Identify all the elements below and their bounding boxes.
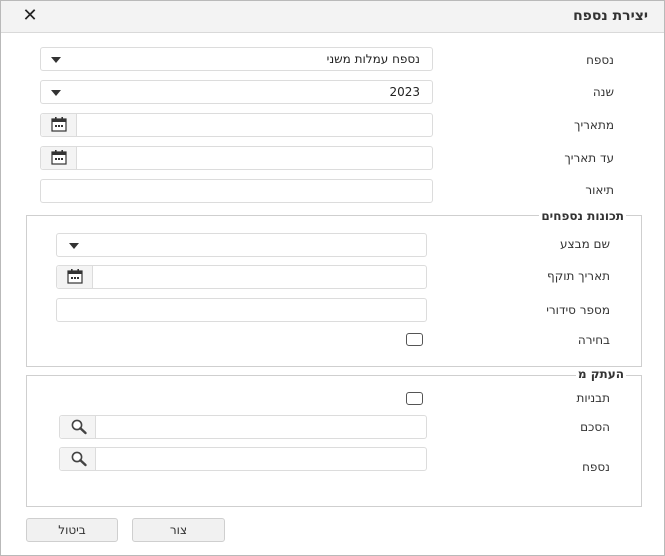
promo-name-label: שם מבצע <box>560 237 610 251</box>
promo-name-select[interactable] <box>56 233 427 257</box>
appendix-select[interactable]: נספח עמלות משני <box>40 47 433 71</box>
date-picker-button[interactable] <box>41 147 77 169</box>
chevron-down-icon <box>51 57 61 63</box>
date-picker-button[interactable] <box>57 266 93 288</box>
cancel-button[interactable]: ביטול <box>26 518 118 542</box>
dialog-title: יצירת נספח <box>573 8 648 24</box>
calendar-icon <box>67 269 83 284</box>
date-picker-button[interactable] <box>41 114 77 136</box>
magnifier-icon <box>71 419 87 435</box>
calendar-icon <box>51 150 67 165</box>
serial-number-label: מספר סידורי <box>546 303 610 317</box>
appendix-select-value: נספח עמלות משני <box>326 52 420 66</box>
copy-appendix-label: נספח <box>582 460 610 474</box>
agreement-label: הסכם <box>580 420 610 434</box>
properties-legend: תכונות נספחים <box>539 209 626 223</box>
valid-date-field[interactable] <box>56 265 427 289</box>
serial-number-input[interactable] <box>56 298 427 322</box>
appendix-label: נספח <box>586 53 614 67</box>
valid-date-label: תאריך תוקף <box>547 269 610 283</box>
description-input[interactable] <box>40 179 433 203</box>
calendar-icon <box>51 117 67 132</box>
dialog-titlebar: יצירת נספח ✕ <box>1 1 664 33</box>
create-appendix-dialog: יצירת נספח ✕ נספח נספח עמלות משני שנה 20… <box>0 0 665 556</box>
magnifier-icon <box>71 451 87 467</box>
description-label: תיאור <box>585 183 614 197</box>
search-button[interactable] <box>60 448 96 470</box>
create-button[interactable]: צור <box>132 518 225 542</box>
copy-from-legend: העתק מ <box>575 367 626 381</box>
templates-label: תבניות <box>576 391 610 405</box>
close-icon[interactable]: ✕ <box>21 7 39 25</box>
selection-checkbox[interactable] <box>406 333 423 346</box>
agreement-lookup[interactable] <box>59 415 427 439</box>
year-select[interactable]: 2023 <box>40 80 433 104</box>
templates-checkbox[interactable] <box>406 392 423 405</box>
from-date-label: מתאריך <box>574 118 614 132</box>
chevron-down-icon <box>69 243 79 249</box>
from-date-field[interactable] <box>40 113 433 137</box>
to-date-field[interactable] <box>40 146 433 170</box>
year-label: שנה <box>592 85 614 99</box>
year-select-value: 2023 <box>389 85 420 99</box>
search-button[interactable] <box>60 416 96 438</box>
selection-label: בחירה <box>577 333 610 347</box>
copy-appendix-lookup[interactable] <box>59 447 427 471</box>
to-date-label: עד תאריך <box>564 151 614 165</box>
chevron-down-icon <box>51 90 61 96</box>
copy-from-group <box>26 375 642 507</box>
